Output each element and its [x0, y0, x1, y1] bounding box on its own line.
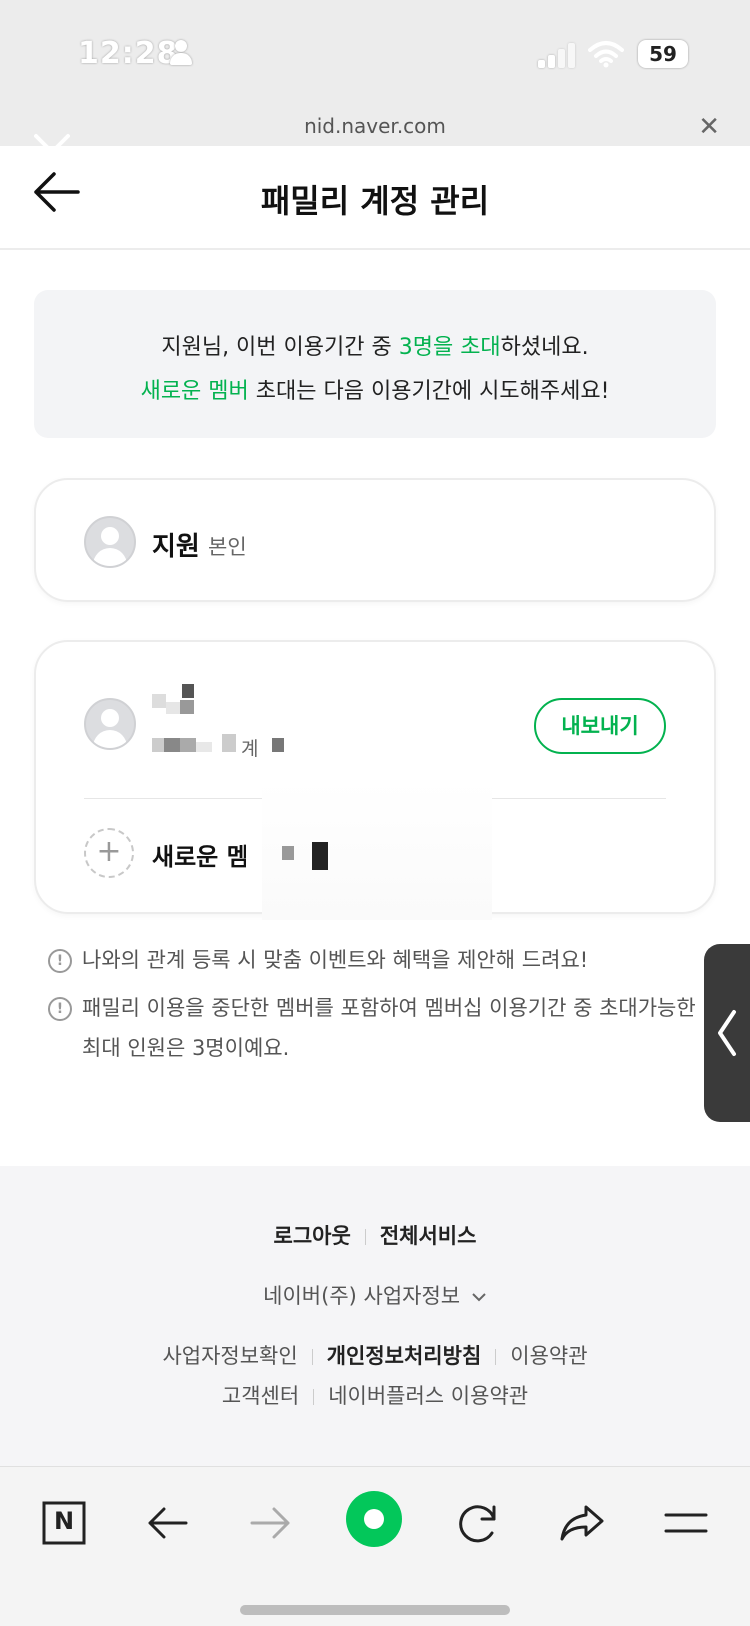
customer-center-link[interactable]: 고객센터 [222, 1384, 299, 1408]
refresh-icon[interactable] [452, 1497, 504, 1549]
home-letter: N [53, 1507, 75, 1535]
info-icon: ! [48, 997, 72, 1021]
close-icon[interactable]: ✕ [698, 112, 720, 142]
redacted-pixel [282, 846, 294, 860]
self-card: 지원 본인 [34, 478, 716, 602]
signal-icon [538, 42, 576, 68]
green-dot-icon[interactable] [344, 1489, 404, 1549]
notice-highlight: 새로운 멤버 [140, 379, 249, 404]
plus-icon[interactable]: + [84, 828, 134, 878]
add-member-label[interactable]: 새로운 멤버 [152, 837, 246, 872]
url-bar: nid.naver.com ✕ [0, 110, 750, 146]
browser-toolbar: N [0, 1466, 750, 1626]
notice-text: 초대는 다음 이용기간에 시도해주세요! [248, 379, 610, 404]
share-icon[interactable] [556, 1497, 608, 1549]
forward-icon[interactable] [244, 1497, 296, 1549]
back-icon[interactable] [142, 1497, 194, 1549]
info-text: 패밀리 이용을 중단한 멤버를 포함하여 멤버십 이용기간 중 초대가능한 최대… [82, 996, 696, 1060]
invite-notice: 지원님, 이번 이용기간 중 3명을 초대하셨네요. 새로운 멤버 초대는 다음… [34, 290, 716, 438]
member-relation: 계 [241, 738, 259, 760]
wifi-icon [588, 41, 624, 68]
home-indicator [240, 1605, 510, 1615]
company-info-toggle[interactable]: 네이버(주) 사업자정보 [0, 1280, 750, 1310]
notice-highlight: 3명을 초대 [398, 335, 501, 360]
page-title: 패밀리 계정 관리 [260, 182, 490, 220]
battery-indicator: 59 [638, 40, 688, 68]
all-services-link[interactable]: 전체서비스 [380, 1224, 477, 1248]
chevron-down-icon [472, 1293, 486, 1302]
self-tag: 본인 [208, 535, 247, 559]
company-info-label: 네이버(주) 사업자정보 [263, 1284, 461, 1308]
info-line-relationship: ! 나와의 관계 등록 시 맞춤 이벤트와 혜택을 제안해 드려요! [48, 940, 708, 980]
footer-primary-links: 로그아웃 전체서비스 [0, 1220, 750, 1250]
info-line-limit: ! 패밀리 이용을 중단한 멤버를 포함하여 멤버십 이용기간 중 초대가능한 … [48, 988, 708, 1068]
footer-policy-links: 사업자정보확인 개인정보처리방침 이용약관 [0, 1340, 750, 1370]
business-check-link[interactable]: 사업자정보확인 [162, 1344, 297, 1368]
close-overlay-icon[interactable] [32, 132, 72, 172]
notice-line-1: 지원님, 이번 이용기간 중 3명을 초대하셨네요. [34, 326, 716, 370]
plus-terms-link[interactable]: 네이버플러스 이용약관 [328, 1384, 528, 1408]
notice-text: 지원님, 이번 이용기간 중 [161, 335, 399, 360]
page-header: 패밀리 계정 관리 [0, 134, 750, 250]
footer-support-links: 고객센터 네이버플러스 이용약관 [0, 1380, 750, 1410]
menu-icon[interactable] [660, 1497, 712, 1549]
notice-text: 하셨네요. [500, 335, 589, 360]
chevron-left-icon [718, 1010, 736, 1056]
redacted-area [262, 780, 492, 920]
side-tab[interactable] [704, 944, 750, 1122]
terms-link[interactable]: 이용약관 [510, 1344, 587, 1368]
avatar [84, 698, 136, 750]
person-icon [170, 40, 192, 66]
logout-link[interactable]: 로그아웃 [274, 1224, 351, 1248]
info-icon: ! [48, 949, 72, 973]
avatar [84, 516, 136, 568]
redacted-pixel [312, 842, 328, 870]
footer: 로그아웃 전체서비스 네이버(주) 사업자정보 사업자정보확인 개인정보처리방침 이용… [0, 1166, 750, 1466]
export-button[interactable]: 내보내기 [534, 698, 666, 754]
privacy-policy-link[interactable]: 개인정보처리방침 [327, 1344, 482, 1368]
url-text[interactable]: nid.naver.com [0, 114, 750, 138]
naver-home-icon[interactable]: N [38, 1497, 90, 1549]
status-bar: 12:28 59 [0, 0, 750, 110]
self-name: 지원 [152, 532, 200, 562]
notice-line-2: 새로운 멤버 초대는 다음 이용기간에 시도해주세요! [34, 370, 716, 414]
status-time: 12:28 [78, 36, 179, 71]
info-text: 나와의 관계 등록 시 맞춤 이벤트와 혜택을 제안해 드려요! [82, 948, 589, 972]
